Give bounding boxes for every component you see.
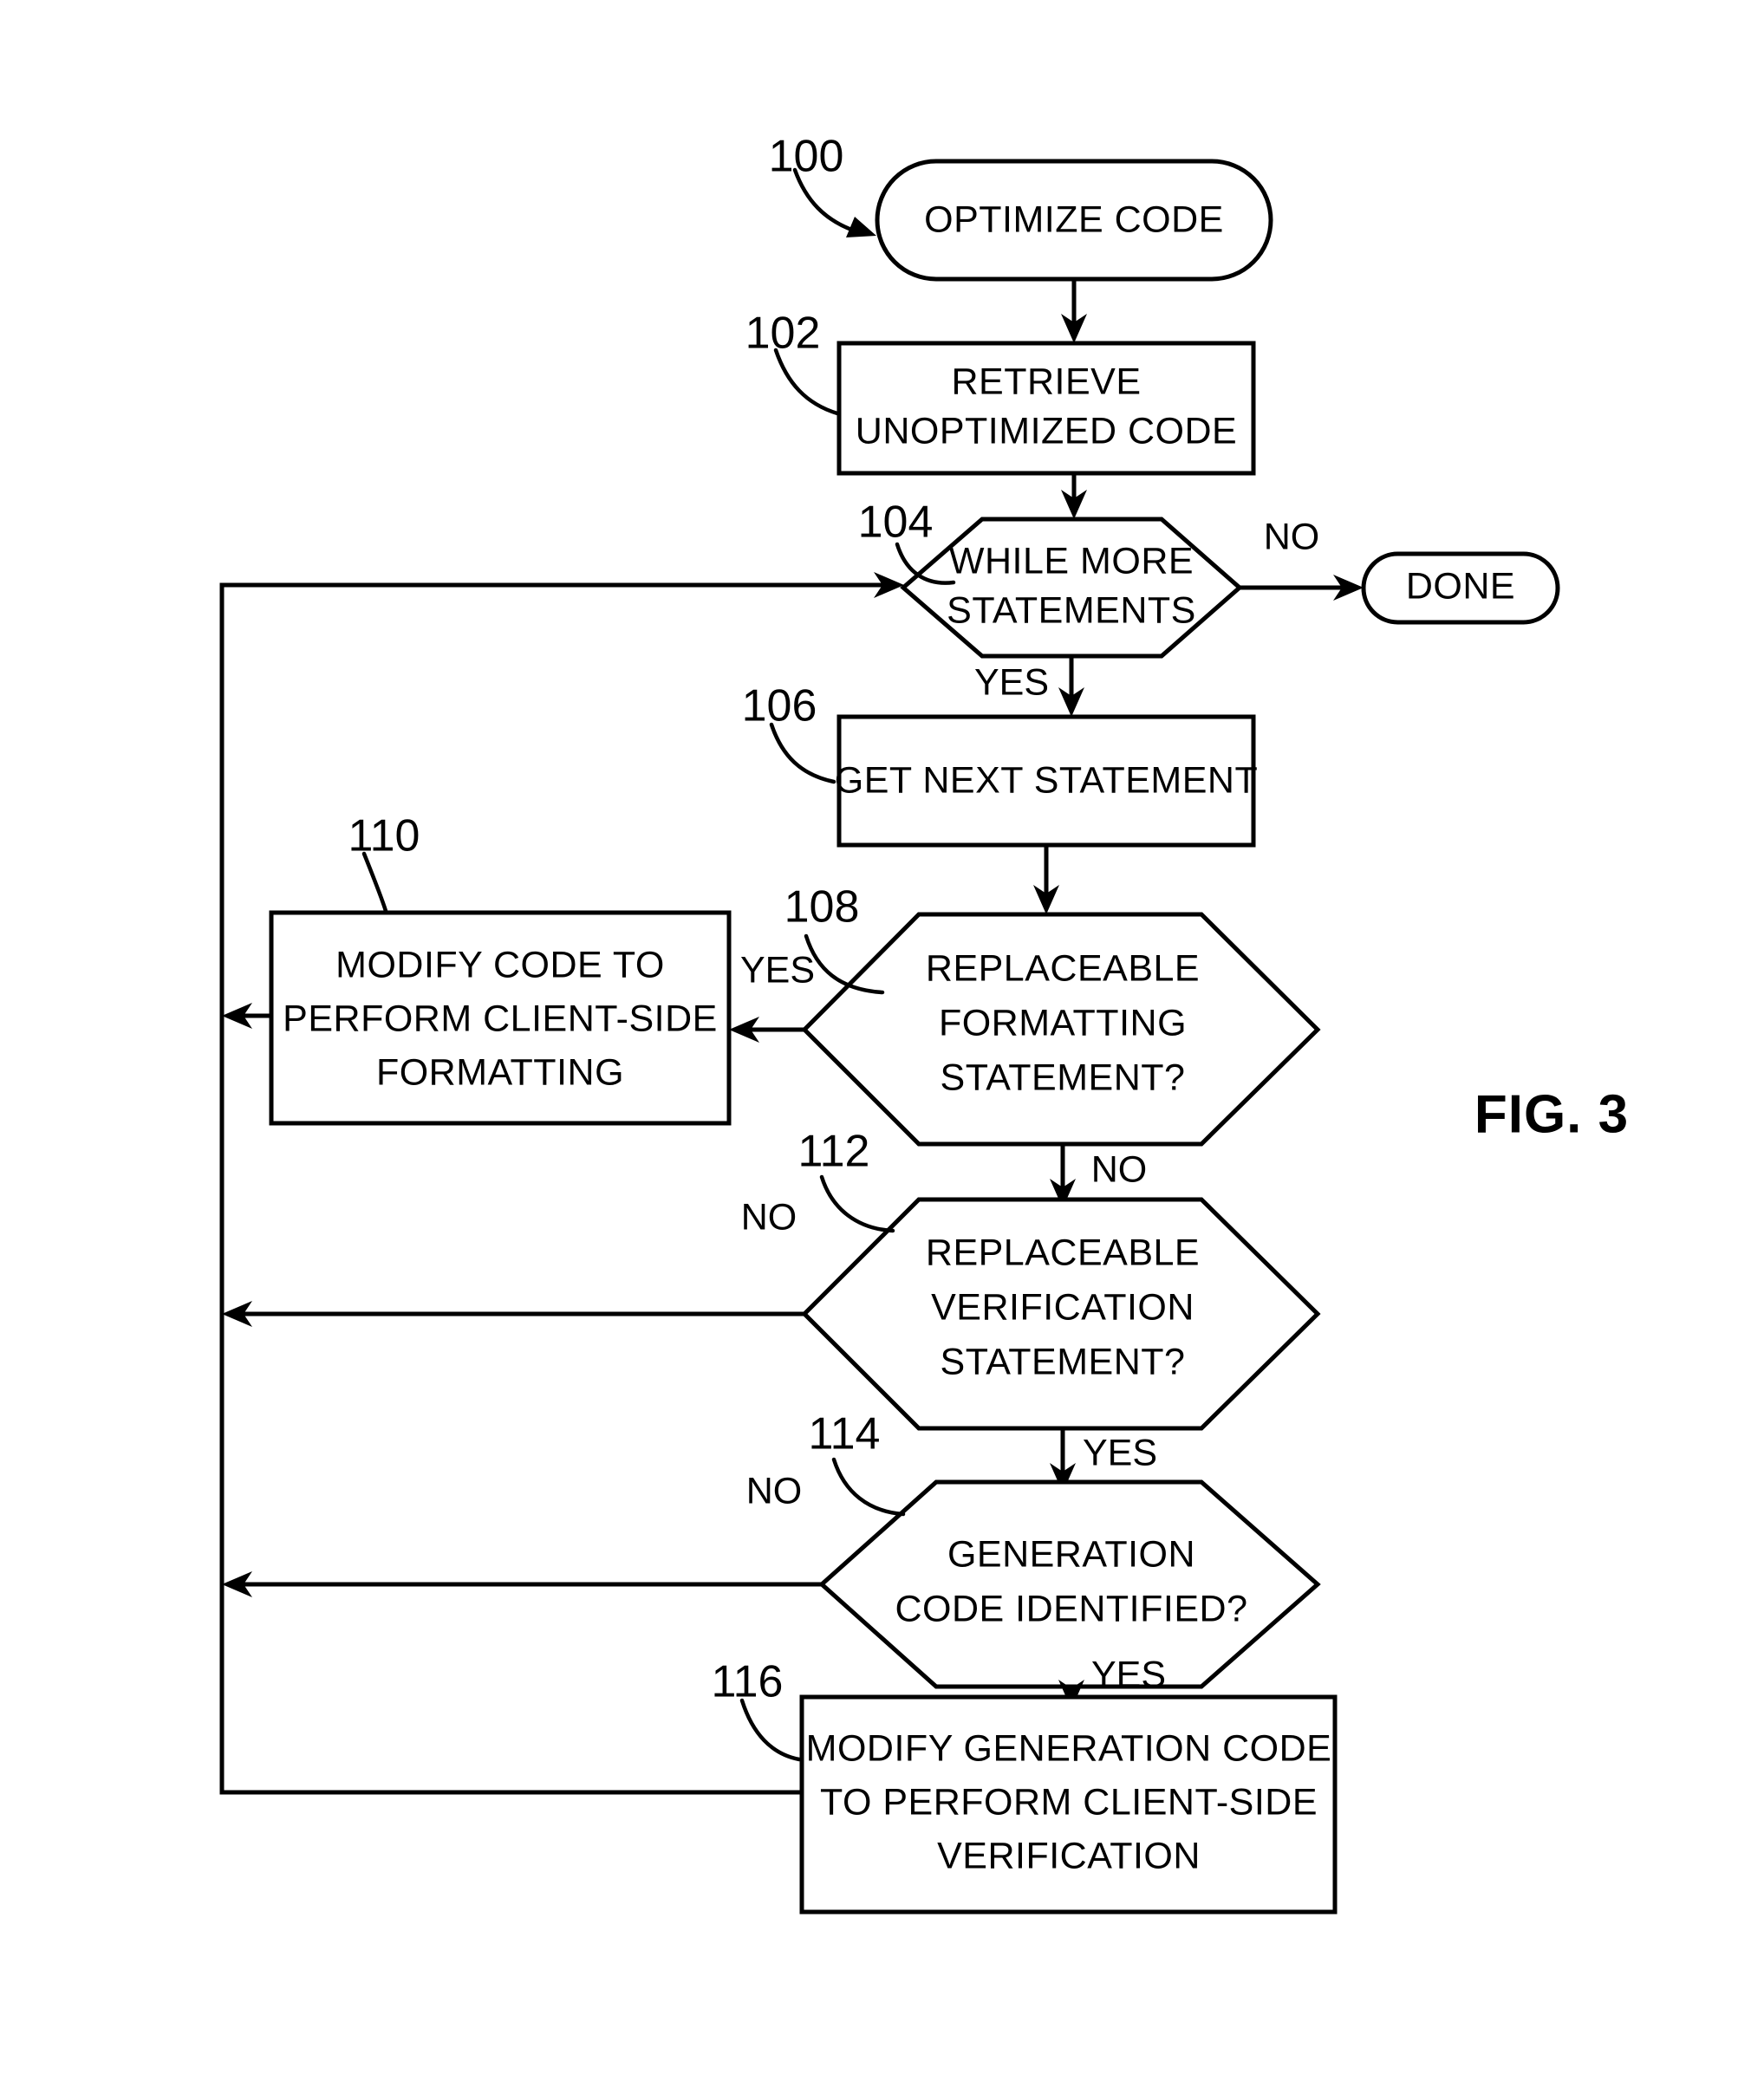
node-done[interactable]: DONE	[1361, 551, 1560, 625]
ref-number-104: 104	[858, 497, 934, 548]
ref-leader-114: 114	[809, 1409, 906, 1517]
node-done-label: DONE	[1406, 565, 1515, 607]
edge-label-104-yes: YES	[974, 661, 1049, 703]
edge-label-108-no: NO	[1091, 1148, 1148, 1190]
edge-110-to-return-bus	[222, 1003, 271, 1029]
patent-figure-3: OPTIMIZE CODE 100 RETRIEVE UNOPTIMIZED C…	[0, 0, 1751, 2100]
node-112-label-line3: STATEMENT?	[941, 1341, 1186, 1382]
ref-number-108: 108	[784, 882, 860, 933]
edge-112-no-to-return-bus: NO	[222, 1196, 804, 1327]
edge-104-no-to-done: NO	[1240, 516, 1364, 601]
node-116-label-line1: MODIFY GENERATION CODE	[806, 1727, 1332, 1769]
ref-leader-102: 102	[745, 309, 840, 416]
node-104-label-line1: WHILE MORE	[949, 540, 1194, 582]
ref-number-100: 100	[769, 132, 844, 182]
ref-leader-116: 116	[712, 1657, 802, 1762]
node-116-label-line3: VERIFICATION	[937, 1835, 1201, 1876]
edge-100-to-102	[1061, 279, 1087, 343]
node-102-label-line2: UNOPTIMIZED CODE	[856, 410, 1237, 452]
edge-label-108-yes: YES	[740, 949, 815, 991]
ref-leader-106: 106	[742, 681, 836, 784]
ref-number-114: 114	[809, 1409, 881, 1460]
node-100-label: OPTIMIZE CODE	[924, 198, 1224, 240]
node-100-optimize-code[interactable]: OPTIMIZE CODE	[875, 159, 1273, 282]
node-110-label-line3: FORMATTING	[376, 1051, 624, 1093]
ref-number-102: 102	[745, 309, 821, 359]
figure-label: FIG. 3	[1474, 1084, 1629, 1144]
node-112-label-line2: VERIFICATION	[931, 1286, 1194, 1328]
edge-114-no-to-return-bus: NO	[222, 1470, 822, 1597]
node-114-label-line2: CODE IDENTIFIED?	[895, 1588, 1248, 1629]
ref-leader-100: 100	[769, 132, 876, 237]
node-114-label-line1: GENERATION	[947, 1533, 1195, 1575]
node-110-label-line2: PERFORM CLIENT-SIDE	[283, 998, 718, 1039]
node-102-label-line1: RETRIEVE	[951, 361, 1141, 402]
node-108-label-line1: REPLACEABLE	[926, 947, 1200, 989]
edge-label-114-no: NO	[746, 1470, 803, 1512]
edge-108-yes-to-110: YES	[729, 949, 815, 1043]
edge-102-to-104	[1061, 473, 1087, 519]
node-108-label-line3: STATEMENT?	[941, 1057, 1186, 1098]
node-104-while-more-statements[interactable]: WHILE MORE STATEMENTS	[900, 517, 1243, 659]
node-104-label-line2: STATEMENTS	[947, 589, 1196, 631]
return-loop-bus	[219, 572, 904, 1795]
edge-label-114-yes: YES	[1091, 1654, 1166, 1695]
ref-leader-112: 112	[798, 1127, 895, 1233]
node-102-retrieve-unoptimized-code[interactable]: RETRIEVE UNOPTIMIZED CODE	[836, 341, 1256, 476]
node-116-modify-generation-code-client-side-verification[interactable]: MODIFY GENERATION CODE TO PERFORM CLIENT…	[799, 1694, 1338, 1915]
node-108-label-line2: FORMATTING	[939, 1002, 1187, 1043]
ref-leader-110: 110	[348, 811, 420, 913]
edge-label-104-no: NO	[1264, 516, 1320, 557]
node-108-replaceable-formatting-statement[interactable]: REPLACEABLE FORMATTING STATEMENT?	[801, 912, 1321, 1147]
edge-label-112-yes: YES	[1083, 1432, 1157, 1473]
ref-number-116: 116	[712, 1657, 784, 1707]
node-106-get-next-statement[interactable]: GET NEXT STATEMENT	[835, 714, 1258, 848]
edge-label-112-no: NO	[741, 1196, 797, 1238]
node-112-replaceable-verification-statement[interactable]: REPLACEABLE VERIFICATION STATEMENT?	[801, 1197, 1321, 1431]
edge-104-yes-to-106: YES	[974, 656, 1084, 717]
node-116-label-line2: TO PERFORM CLIENT-SIDE	[820, 1781, 1318, 1823]
node-110-modify-code-client-side-formatting[interactable]: MODIFY CODE TO PERFORM CLIENT-SIDE FORMA…	[269, 910, 732, 1126]
edge-106-to-108	[1033, 845, 1059, 914]
node-106-label: GET NEXT STATEMENT	[835, 759, 1258, 801]
ref-number-110: 110	[348, 811, 420, 861]
flowchart-canvas: OPTIMIZE CODE 100 RETRIEVE UNOPTIMIZED C…	[219, 132, 1629, 1915]
ref-number-106: 106	[742, 681, 817, 731]
node-110-label-line1: MODIFY CODE TO	[335, 944, 665, 985]
node-112-label-line1: REPLACEABLE	[926, 1232, 1200, 1273]
ref-number-112: 112	[798, 1127, 870, 1177]
